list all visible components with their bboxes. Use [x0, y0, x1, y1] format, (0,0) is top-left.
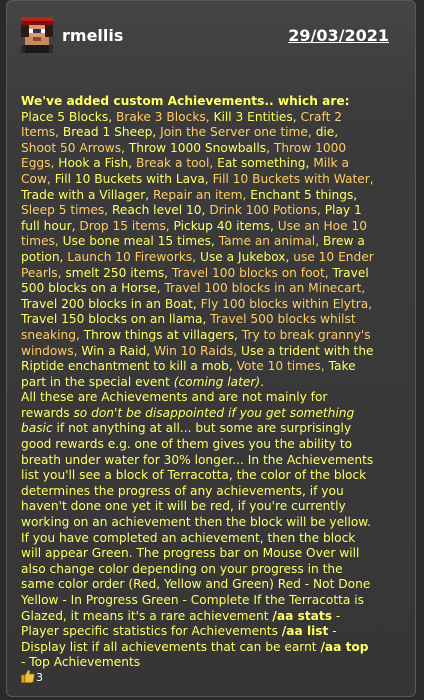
achievement-item: Bread 1 Sheep,	[62, 125, 161, 140]
pixel-avatar-icon	[21, 17, 53, 53]
achievement-item: Fly 100 blocks within Elytra,	[200, 296, 373, 311]
achievement-item: Brake 3 Blocks,	[115, 109, 214, 124]
achievement-item: Sleep 5 times,	[21, 203, 112, 218]
thumbs-up-icon[interactable]	[21, 669, 35, 683]
achievement-item: Place 5 Blocks,	[21, 109, 116, 124]
achievement-item: Hook a Fish,	[58, 156, 136, 171]
achievement-item: Break a tool,	[135, 156, 218, 171]
achievement-item: Fill 10 Buckets with Water,	[212, 171, 374, 186]
achievement-item: Travel 200 blocks in an Boat,	[21, 296, 201, 311]
achievement-item: Drink 100 Potions,	[209, 203, 325, 218]
achievement-item: Pickup 40 items,	[173, 218, 278, 233]
post-date[interactable]: 29/03/2021	[288, 26, 389, 45]
achievement-item: Throw things at villagers,	[83, 327, 242, 342]
achievement-item: Travel 100 blocks on foot,	[171, 265, 333, 280]
coming-later-note: (coming later)	[173, 374, 261, 389]
achievement-item: Trade with a Villager,	[21, 187, 154, 202]
post-body: We've added custom Achievements.. which …	[21, 94, 375, 671]
command-list: /aa list	[281, 624, 329, 639]
achievement-item: Join the Server one time,	[160, 125, 316, 140]
achievement-item: Drop 15 items,	[79, 218, 174, 233]
achievements-paragraph: We've added custom Achievements.. which …	[21, 94, 375, 390]
command-top: /aa top	[320, 639, 369, 654]
achievement-item: die,	[315, 125, 339, 140]
achievement-item: Win a Raid,	[81, 343, 154, 358]
post-heading: We've added custom Achievements.. which …	[21, 94, 350, 108]
like-count: 3	[36, 671, 43, 684]
post-card: rmellis 29/03/2021 We've added custom Ac…	[6, 0, 416, 697]
achievement-item: Vote 10 times,	[236, 359, 329, 374]
achievement-item: Kill 3 Entities,	[213, 109, 301, 124]
achievement-item: Travel 100 blocks in an Minecart,	[164, 281, 366, 296]
period: .	[260, 374, 264, 389]
post-author[interactable]: rmellis	[62, 26, 123, 45]
avatar[interactable]	[21, 17, 53, 53]
achievement-item: smelt 250 items,	[65, 265, 172, 280]
achievement-item: Use bone meal 15 times,	[62, 234, 219, 249]
post-footer: 3	[21, 669, 43, 683]
info-text-b: if not anything at all... but some are s…	[21, 421, 374, 623]
post-header: rmellis 29/03/2021	[7, 1, 415, 81]
achievement-item: Tame an animal,	[218, 234, 323, 249]
achievement-item: Enchant 5 things,	[250, 187, 358, 202]
command-top-desc: - Top Achievements	[21, 655, 141, 670]
achievement-item: Use a Jukebox,	[200, 249, 294, 264]
achievement-item: Travel 150 blocks on an llama,	[21, 312, 211, 327]
achievement-item: Launch 10 Fireworks,	[67, 249, 201, 264]
achievement-list: Place 5 Blocks, Brake 3 Blocks, Kill 3 E…	[21, 110, 374, 389]
achievement-item: Fill 10 Buckets with Lava,	[54, 171, 213, 186]
info-paragraph: All these are Achievements and are not m…	[21, 390, 375, 671]
achievement-item: Throw 1000 Snowballs,	[128, 140, 274, 155]
command-stats: /aa stats	[272, 608, 332, 623]
achievement-item: Reach level 10,	[112, 203, 210, 218]
achievement-item: Eat something,	[217, 156, 314, 171]
achievement-item: Shoot 50 Arrows,	[21, 140, 129, 155]
achievement-item: Win 10 Raids,	[154, 343, 242, 358]
achievement-item: Repair an item,	[153, 187, 251, 202]
